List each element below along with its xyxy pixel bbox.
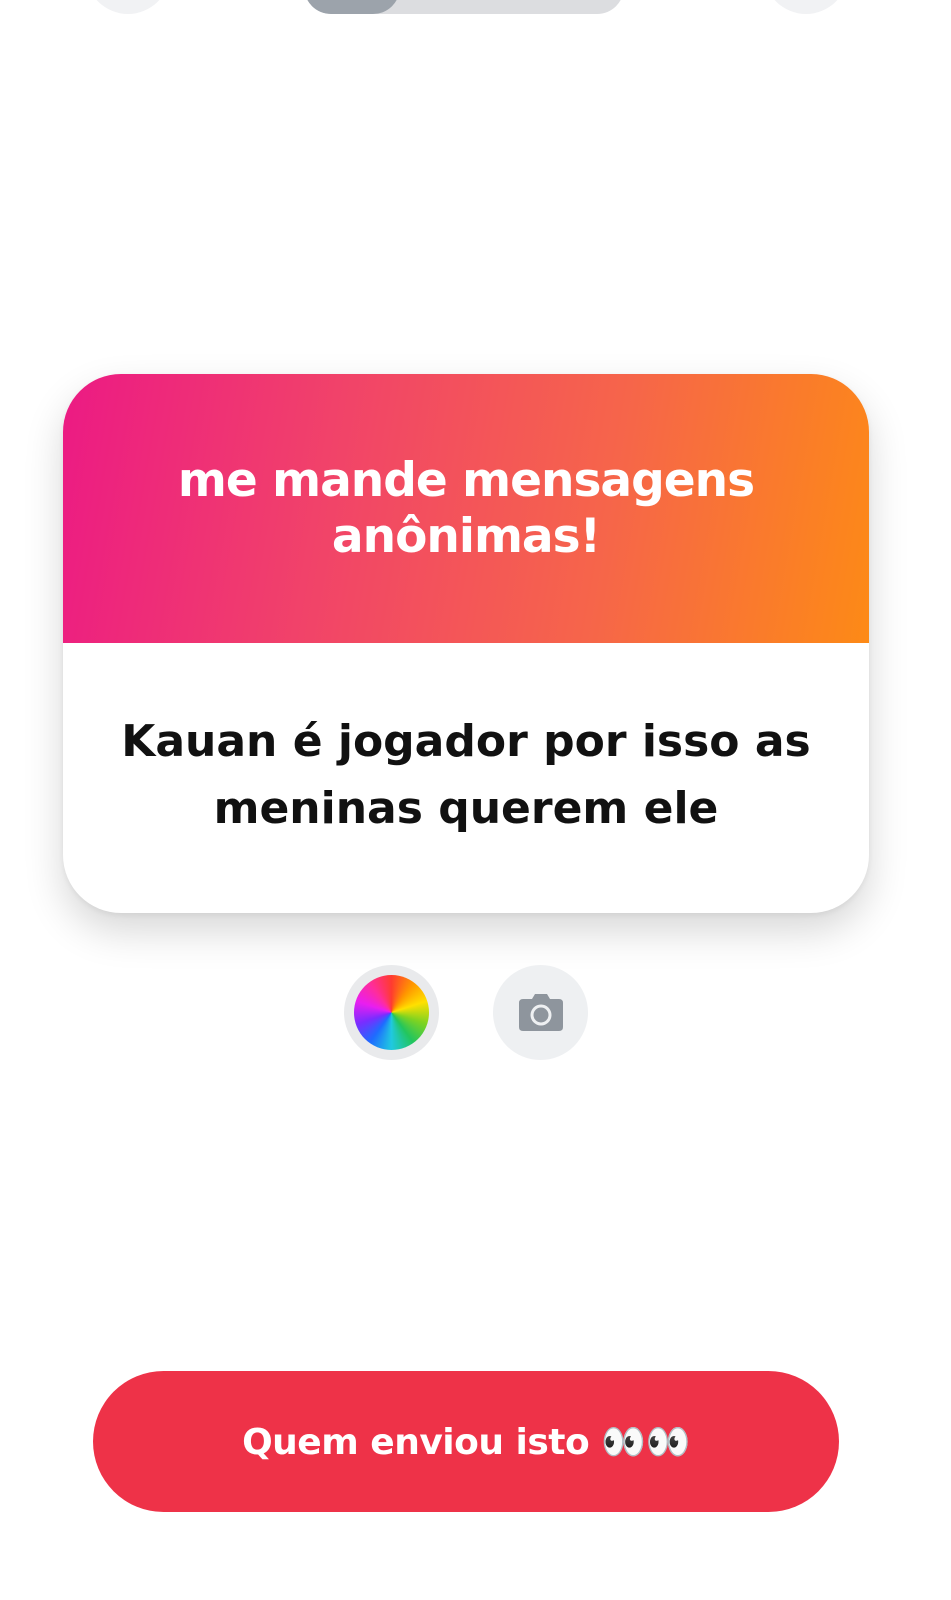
card-title: me mande mensagens anônimas!	[177, 452, 755, 564]
color-wheel-icon	[354, 975, 429, 1050]
card-body: Kauan é jogador por isso as meninas quer…	[63, 643, 869, 913]
progress-fill	[304, 0, 400, 14]
camera-icon	[518, 993, 563, 1031]
top-left-button[interactable]	[86, 0, 170, 14]
color-picker-button[interactable]	[344, 965, 439, 1060]
card-header: me mande mensagens anônimas!	[63, 374, 869, 643]
who-sent-this-button[interactable]: Quem enviou isto 👀👀	[93, 1371, 839, 1512]
message-card: me mande mensagens anônimas! Kauan é jog…	[63, 374, 869, 913]
top-right-button[interactable]	[764, 0, 848, 14]
cta-label: Quem enviou isto 👀👀	[242, 1421, 690, 1463]
camera-button[interactable]	[493, 965, 588, 1060]
card-message: Kauan é jogador por isso as meninas quer…	[121, 716, 811, 834]
page: me mande mensagens anônimas! Kauan é jog…	[0, 0, 951, 1600]
progress-bar	[304, 0, 624, 14]
